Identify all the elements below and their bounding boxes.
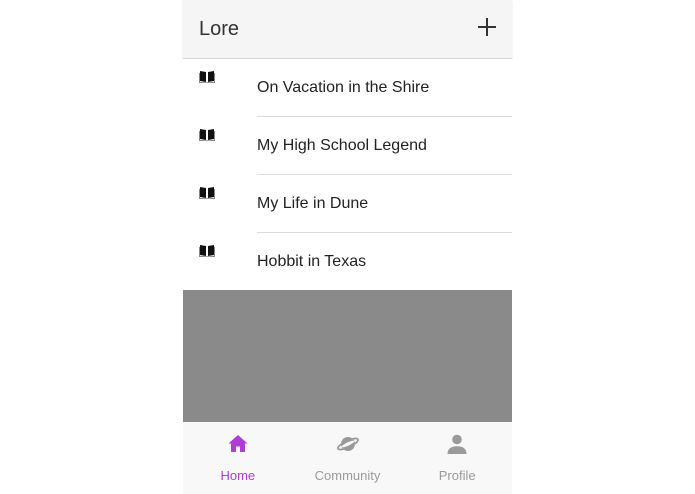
app-header: Lore — [183, 0, 512, 59]
tab-label: Community — [314, 468, 381, 483]
tab-label: Profile — [438, 468, 476, 483]
person-icon — [445, 432, 469, 456]
book-icon — [199, 186, 215, 199]
book-icon — [199, 128, 215, 141]
story-list: On Vacation in the Shire My High School … — [183, 59, 512, 290]
story-item[interactable]: On Vacation in the Shire — [183, 59, 512, 117]
tab-community[interactable]: Community — [293, 422, 403, 494]
empty-content-area — [183, 290, 512, 422]
tab-label: Home — [220, 468, 256, 483]
story-title: My Life in Dune — [257, 195, 369, 212]
book-icon — [199, 244, 215, 257]
plus-icon — [478, 18, 496, 36]
app-title: Lore — [199, 18, 240, 40]
bottom-tab-bar: Home Community Profile — [183, 422, 512, 494]
add-story-button[interactable] — [474, 14, 500, 40]
story-item[interactable]: My Life in Dune — [183, 175, 512, 233]
book-icon — [199, 70, 215, 83]
story-title: My High School Legend — [257, 137, 427, 154]
tab-profile[interactable]: Profile — [402, 422, 512, 494]
home-icon — [226, 432, 250, 456]
story-title: Hobbit in Texas — [257, 253, 367, 270]
tab-home[interactable]: Home — [183, 422, 293, 494]
story-item[interactable]: My High School Legend — [183, 117, 512, 175]
story-item[interactable]: Hobbit in Texas — [183, 233, 512, 291]
planet-icon — [336, 432, 360, 456]
story-title: On Vacation in the Shire — [257, 79, 430, 96]
app-screen: Lore On Vacation in the Shire My High Sc… — [183, 0, 512, 494]
